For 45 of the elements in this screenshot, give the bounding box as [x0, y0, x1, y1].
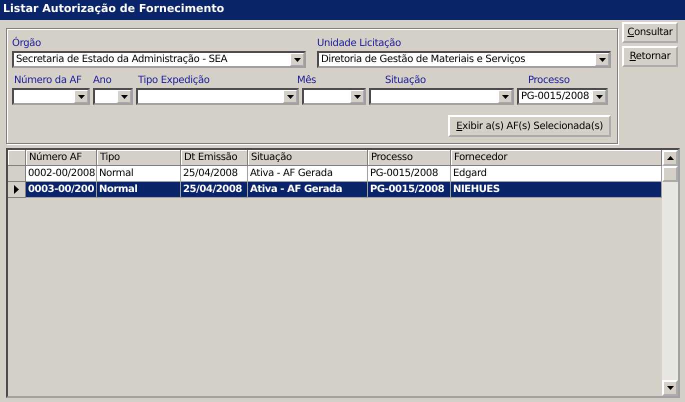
filter-dropdown[interactable] [12, 88, 90, 105]
table-cell: PG-0015/2008 [368, 182, 451, 198]
filter-dropdown[interactable] [93, 88, 133, 105]
scroll-thumb[interactable] [662, 166, 678, 182]
table-cell: 0003-00/200 [26, 182, 97, 198]
field-label: Processo [527, 74, 571, 88]
unidade-dropdown[interactable]: Diretoria de Gestão de Materiais e Serviços [317, 51, 611, 68]
table-cell: 25/04/2008 [181, 166, 248, 182]
field-label: Situação [384, 74, 427, 88]
filter-dropdown[interactable] [136, 88, 299, 105]
field-label: Órgão [12, 37, 42, 51]
side-button[interactable]: Consultar [622, 22, 678, 43]
filter-dropdown[interactable] [369, 88, 514, 105]
table-cell: NIEHUES [451, 182, 662, 198]
row-indicator[interactable] [8, 182, 26, 198]
table-cell: Normal [97, 166, 181, 182]
column-header[interactable]: Fornecedor [451, 150, 662, 166]
table-cell: Ativa - AF Gerada [248, 182, 368, 198]
field-label: Ano [93, 74, 112, 88]
column-header[interactable]: Situação [248, 150, 368, 166]
filter-dropdown[interactable] [302, 88, 366, 105]
table-cell: 0002-00/2008 [26, 166, 97, 182]
table-cell: Normal [97, 182, 181, 198]
table-cell: PG-0015/2008 [368, 166, 451, 182]
table-cell: Edgard [451, 166, 662, 182]
side-button[interactable]: Retornar [622, 46, 678, 67]
scroll-down-icon[interactable] [662, 380, 678, 396]
table-cell: 25/04/2008 [181, 182, 248, 198]
table-row[interactable]: 0002-00/2008 Normal 25/04/2008 Ativa - AF Gerada PG-0015/2008 Edgard [26, 166, 662, 182]
field-label: Tipo Expedição [137, 74, 211, 88]
table-row[interactable]: 0003-00/200 Normal 25/04/2008 Ativa - AF Gerada PG-0015/2008 NIEHUES [26, 182, 662, 198]
window-title: Listar Autorização de Fornecimento [0, 0, 685, 20]
column-header[interactable]: Número AF [26, 150, 97, 166]
field-label: Número da AF [13, 74, 83, 88]
column-header[interactable]: Processo [368, 150, 451, 166]
field-label: Unidade Licitação [317, 37, 402, 51]
table-cell: Ativa - AF Gerada [248, 166, 368, 182]
vertical-scrollbar[interactable] [662, 150, 678, 396]
orgao-dropdown[interactable]: Secretaria de Estado da Administração - SEA [12, 51, 306, 68]
show-selected-button[interactable]: Exibir a(s) AF(s) Selecionada(s) [448, 115, 611, 137]
column-header[interactable]: Tipo [97, 150, 181, 166]
field-label: Mês [297, 74, 318, 88]
scroll-up-icon[interactable] [662, 150, 678, 166]
column-header[interactable]: Dt Emissão [181, 150, 248, 166]
filter-dropdown[interactable]: PG-0015/2008 [517, 88, 608, 105]
